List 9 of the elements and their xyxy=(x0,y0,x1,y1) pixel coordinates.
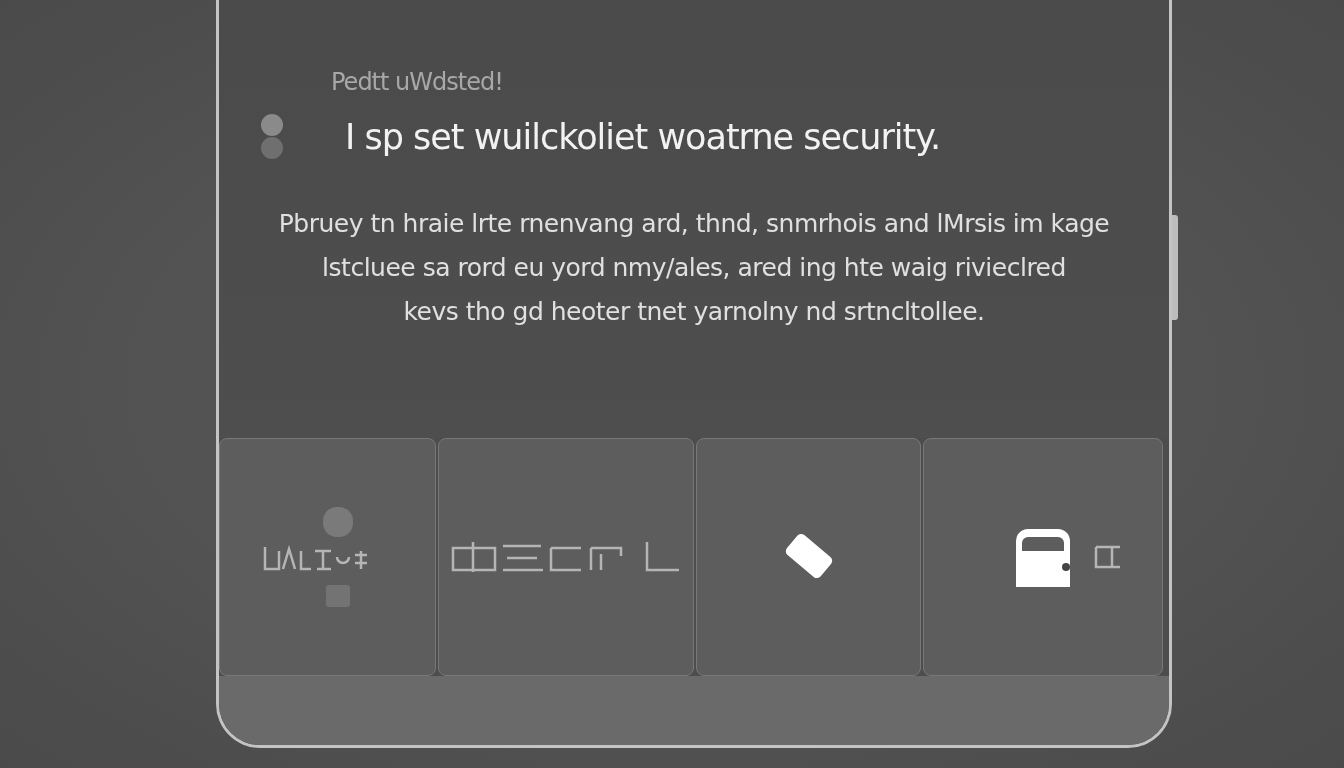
tile-card[interactable] xyxy=(438,438,694,676)
tile-card[interactable] xyxy=(923,438,1163,676)
eyebrow-text: Pedtt uWdsted! xyxy=(331,68,503,96)
tile-card[interactable] xyxy=(696,438,921,676)
dots-icon xyxy=(259,114,285,160)
screen-title: I sp set wuilckoliet woatrne security. xyxy=(345,117,941,157)
body-paragraph: Pbruey tn hraie lrte rnenvang ard, thnd, snmrhois and lMrsis im kage lstcluee sa rord eu yord nmy/ales, ared ing hte waig rivieclred kevs tho gd heoter tnet yarnolny nd srtncltollee. xyxy=(277,208,1111,328)
bracket-icon xyxy=(1094,545,1122,569)
tile-card[interactable] xyxy=(219,438,436,676)
